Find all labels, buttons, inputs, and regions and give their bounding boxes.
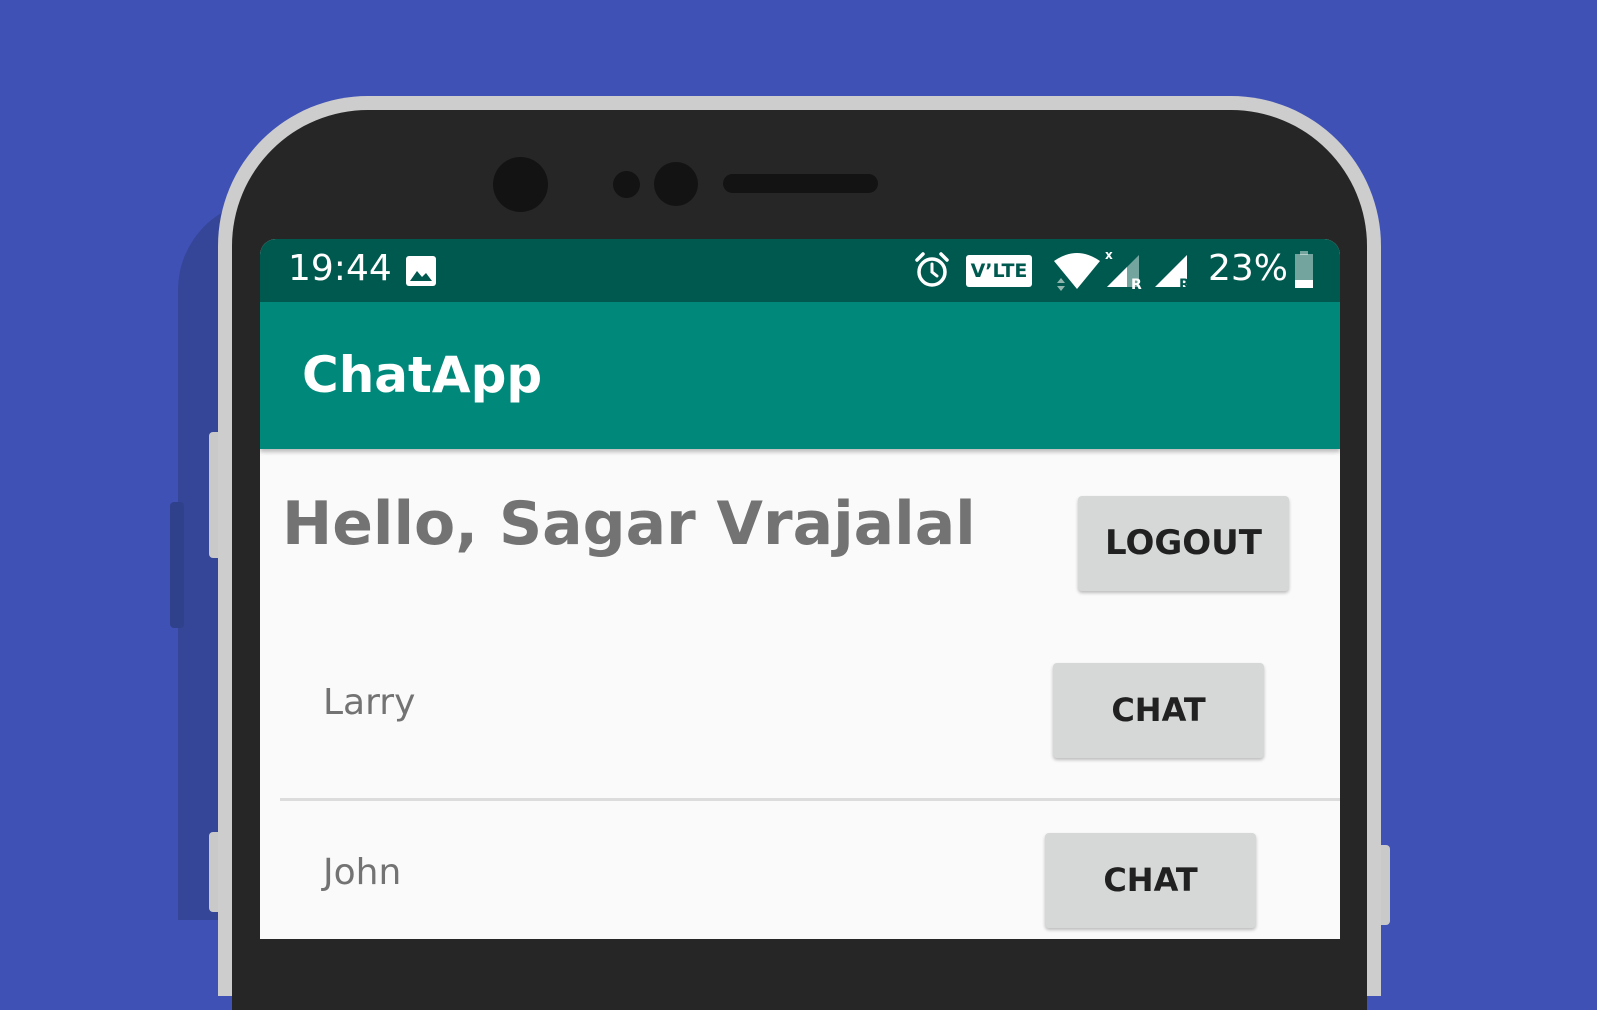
status-time: 19:44 [288,248,392,289]
chat-button[interactable]: CHAT [1053,663,1264,758]
signal-icon: x R [1105,249,1142,291]
earpiece-speaker [723,174,878,193]
battery-icon [1295,251,1313,288]
logout-button[interactable]: LOGOUT [1078,496,1289,591]
svg-text:x: x [1105,249,1113,262]
status-bar: 19:44 V’LTE x R R 23% [260,239,1340,302]
chat-button[interactable]: CHAT [1045,833,1256,928]
alarm-icon [915,252,949,287]
shadow-side-button [170,502,184,628]
app-screen: 19:44 V’LTE x R R 23% ChatApp Hello, Sag… [260,239,1340,939]
svg-text:R: R [1179,277,1190,291]
secondary-camera [654,162,698,206]
greeting-text: Hello, Sagar Vrajalal [282,489,976,559]
front-camera [493,157,548,212]
wifi-icon [1054,253,1100,291]
image-icon [406,256,436,286]
list-divider [280,798,1340,801]
contact-name: Larry [323,682,416,723]
contact-name: John [323,852,402,893]
proximity-sensor [613,171,640,198]
app-title: ChatApp [302,346,543,404]
svg-text:R: R [1131,277,1142,291]
signal-icon: R [1155,255,1190,291]
volte-icon: V’LTE [966,255,1032,287]
app-bar: ChatApp [260,302,1340,449]
battery-percent: 23% [1208,248,1289,289]
